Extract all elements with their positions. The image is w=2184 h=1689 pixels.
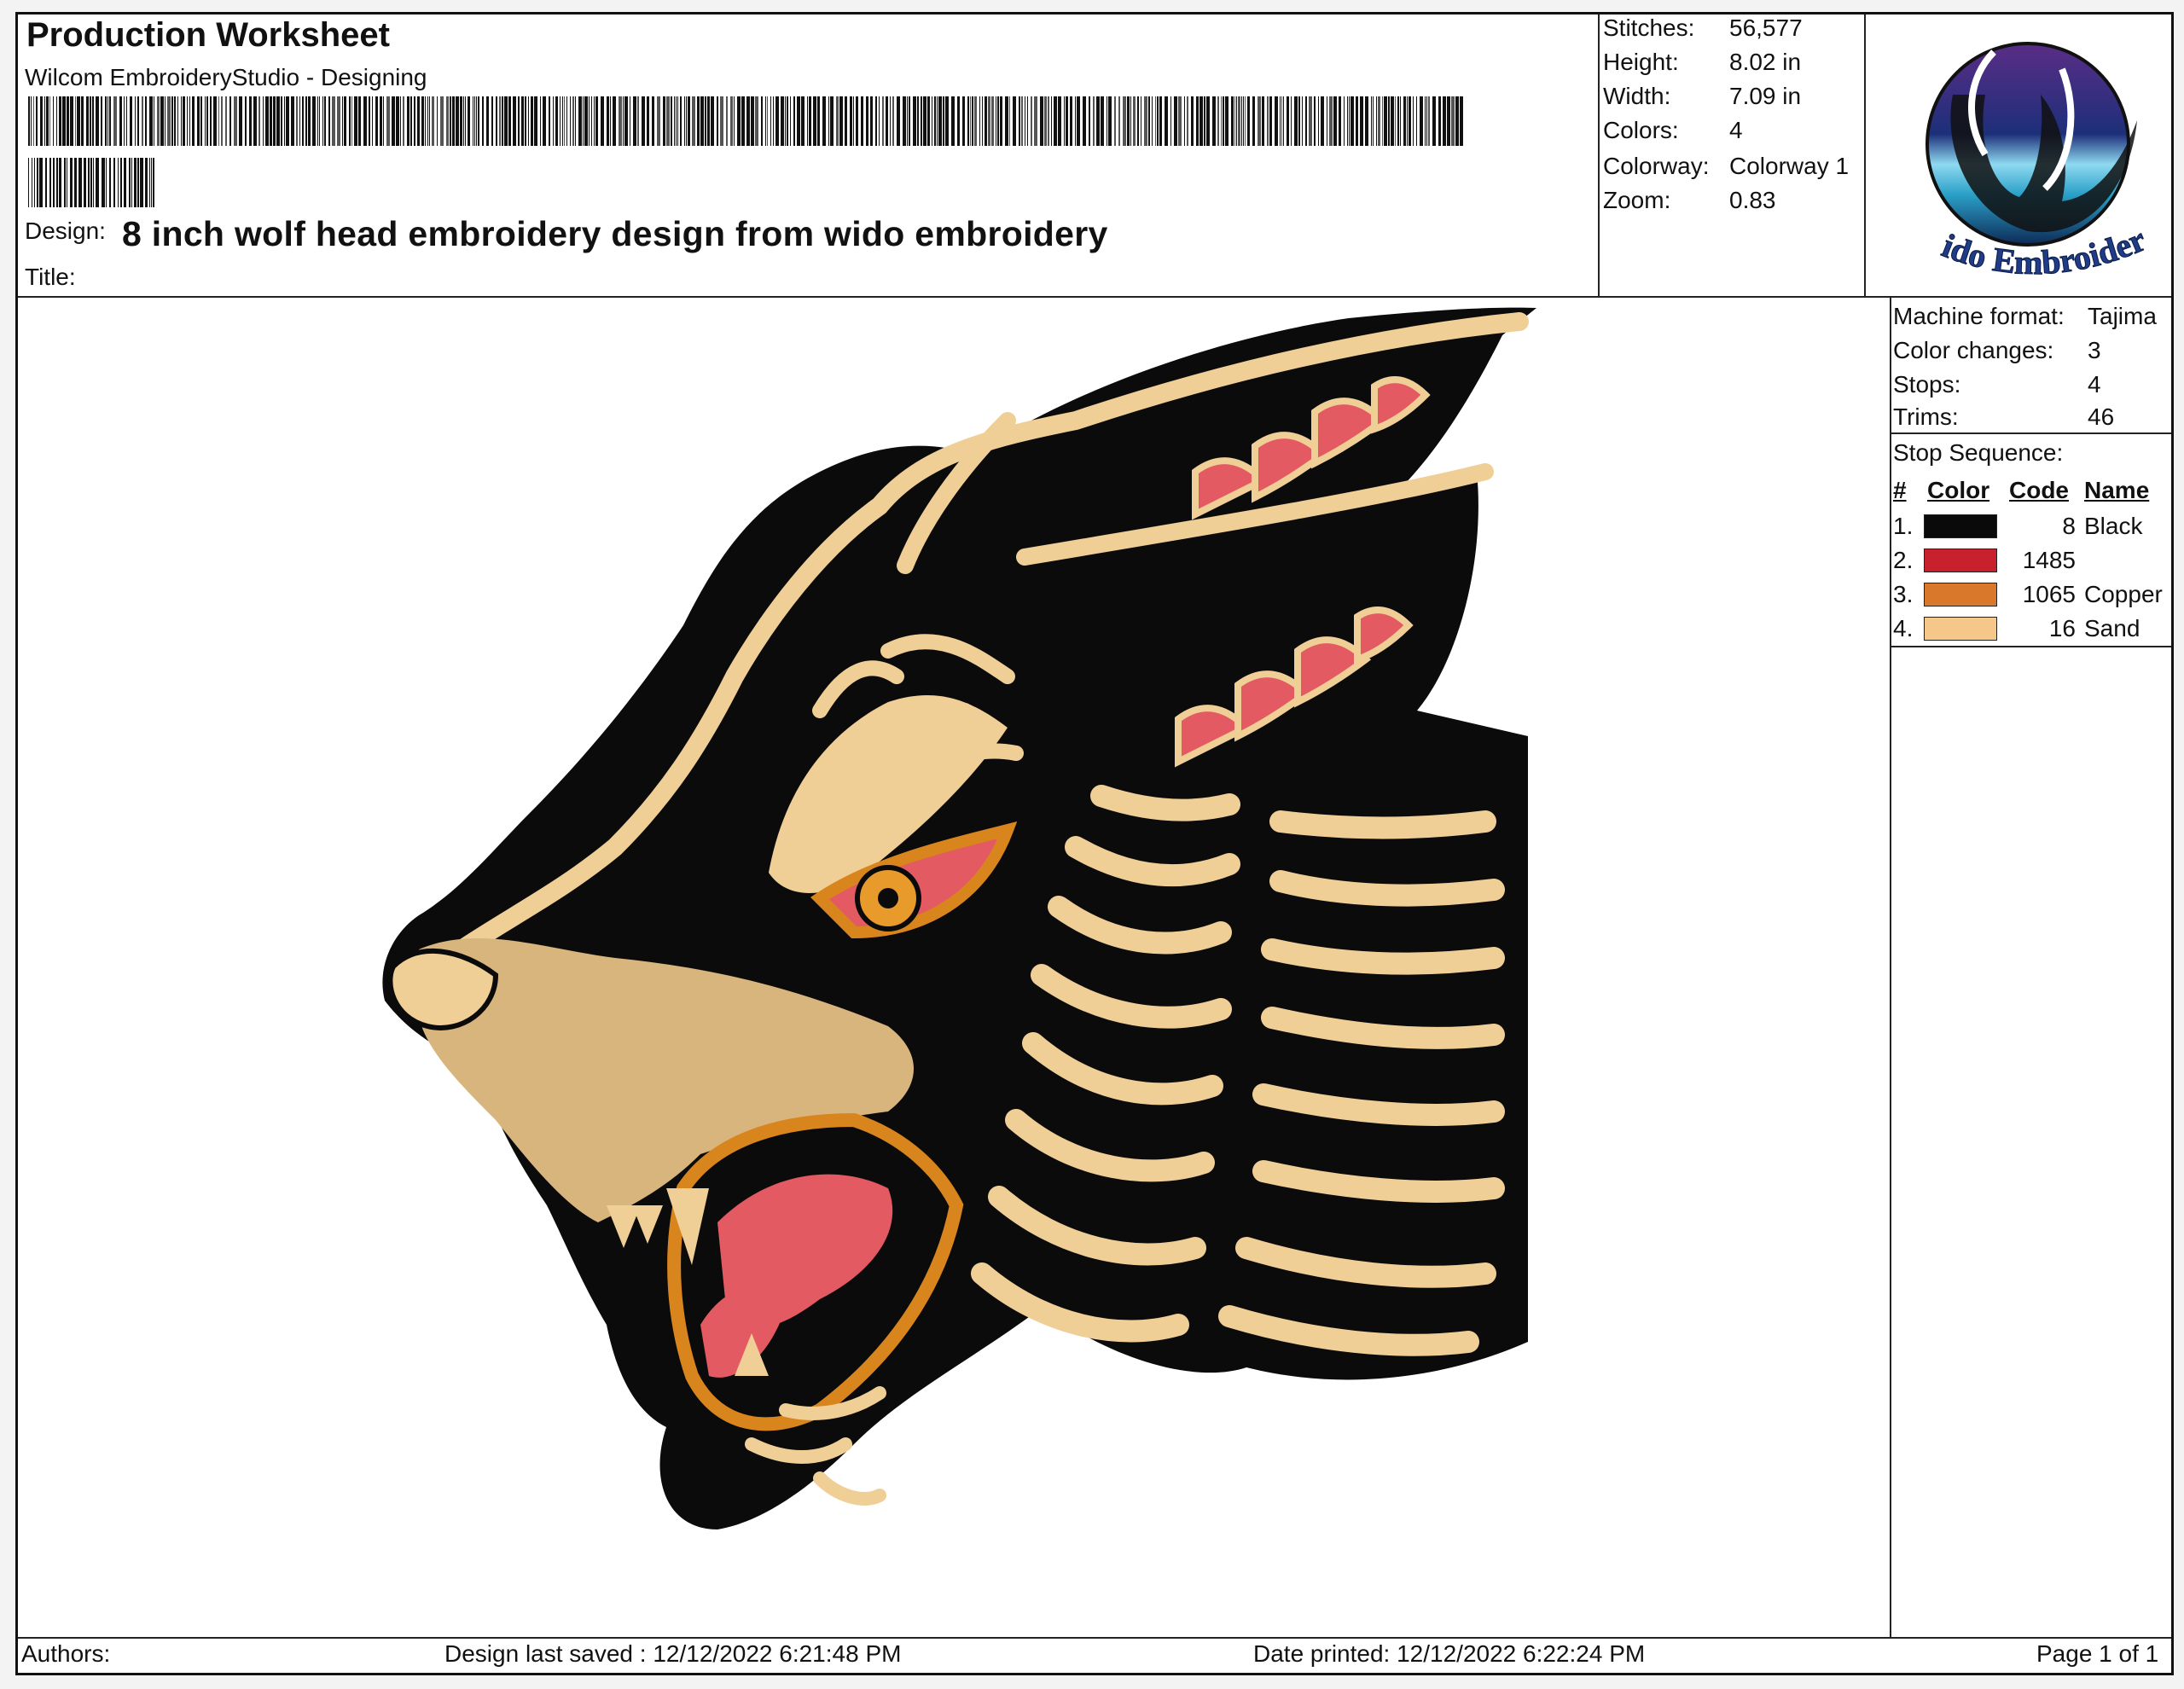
production-worksheet: Production Worksheet Wilcom EmbroiderySt… — [15, 12, 2174, 1675]
trims-row: Trims: 46 — [1893, 403, 2114, 431]
stat-label: Stitches: — [1603, 15, 1695, 41]
stat-label: Colorway: — [1603, 153, 1710, 179]
sequence-divider — [1890, 646, 2171, 647]
seq-header-name: Name — [2084, 477, 2150, 503]
stat-value: 4 — [1729, 117, 1743, 143]
stat-value: 8.02 in — [1729, 49, 1802, 75]
seq-row-color-swatch — [1924, 514, 1997, 538]
footer-page: Page 1 of 1 — [2036, 1640, 2159, 1667]
design-name: 8 inch wolf head embroidery design from … — [122, 214, 1108, 253]
wolf-head-embroidery — [382, 307, 1537, 1530]
stat-label: Colors: — [1603, 117, 1679, 143]
seq-header-color: Color — [1927, 477, 1990, 503]
seq-row-num: 4. — [1893, 615, 1914, 641]
machine-label: Stops: — [1893, 371, 1961, 398]
stats-divider — [1598, 15, 1600, 296]
seq-row-name: Black — [2084, 513, 2143, 539]
machine-divider — [1890, 432, 2171, 434]
color-changes-row: Color changes: 3 — [1893, 337, 2101, 364]
stat-label: Height: — [1603, 49, 1679, 75]
stat-label: Width: — [1603, 83, 1671, 109]
sidebar-divider — [1890, 296, 1891, 1637]
seq-row-name: Copper — [2084, 581, 2163, 607]
stat-value: 56,577 — [1729, 15, 1803, 41]
design-label: Design: — [25, 218, 106, 244]
machine-label: Machine format: — [1893, 303, 2065, 329]
machine-value: 4 — [2088, 371, 2101, 398]
title-label: Title: — [25, 264, 76, 290]
logo-divider — [1864, 15, 1866, 296]
stat-value: 0.83 — [1729, 187, 1776, 213]
footer-printed: Date printed: 12/12/2022 6:22:24 PM — [1253, 1640, 1646, 1667]
barcode — [28, 96, 1463, 207]
worksheet-title: Production Worksheet — [26, 16, 390, 54]
stat-value: 7.09 in — [1729, 83, 1802, 109]
seq-row-color-swatch — [1924, 548, 1997, 572]
stops-row: Stops: 4 — [1893, 371, 2101, 398]
machine-value: Tajima — [2088, 303, 2157, 329]
wolf-head-artwork — [382, 307, 1537, 1530]
seq-row-code: 16 — [2048, 615, 2076, 641]
seq-row-color-swatch — [1924, 583, 1997, 607]
machine-label: Trims: — [1893, 403, 1959, 430]
footer-authors: Authors: — [21, 1640, 111, 1667]
footer-saved: Design last saved : 12/12/2022 6:21:48 P… — [444, 1640, 902, 1667]
header-divider — [18, 296, 2171, 298]
machine-format-row: Machine format: Tajima — [1893, 303, 2157, 330]
seq-row-num: 2. — [1893, 547, 1914, 573]
machine-value: 3 — [2088, 337, 2101, 363]
seq-row-num: 3. — [1893, 581, 1914, 607]
seq-row-code: 1065 — [2022, 581, 2076, 607]
seq-header-code: Code — [2009, 477, 2069, 503]
stat-value: Colorway 1 — [1729, 153, 1850, 179]
seq-row-num: 1. — [1893, 513, 1914, 539]
machine-label: Color changes: — [1893, 337, 2054, 363]
stop-sequence-label: Stop Sequence: — [1893, 439, 2064, 466]
seq-header-num: # — [1893, 477, 1907, 503]
wido-w-logo-icon: Wido Embroidery — [1891, 18, 2152, 282]
seq-row-code: 8 — [2062, 513, 2076, 539]
seq-row-name: Sand — [2084, 615, 2140, 641]
machine-value: 46 — [2088, 403, 2115, 430]
stat-label: Zoom: — [1603, 187, 1671, 213]
seq-row-color-swatch — [1924, 617, 1997, 641]
seq-row-code: 1485 — [2022, 547, 2076, 573]
software-name: Wilcom EmbroideryStudio - Designing — [25, 64, 427, 90]
